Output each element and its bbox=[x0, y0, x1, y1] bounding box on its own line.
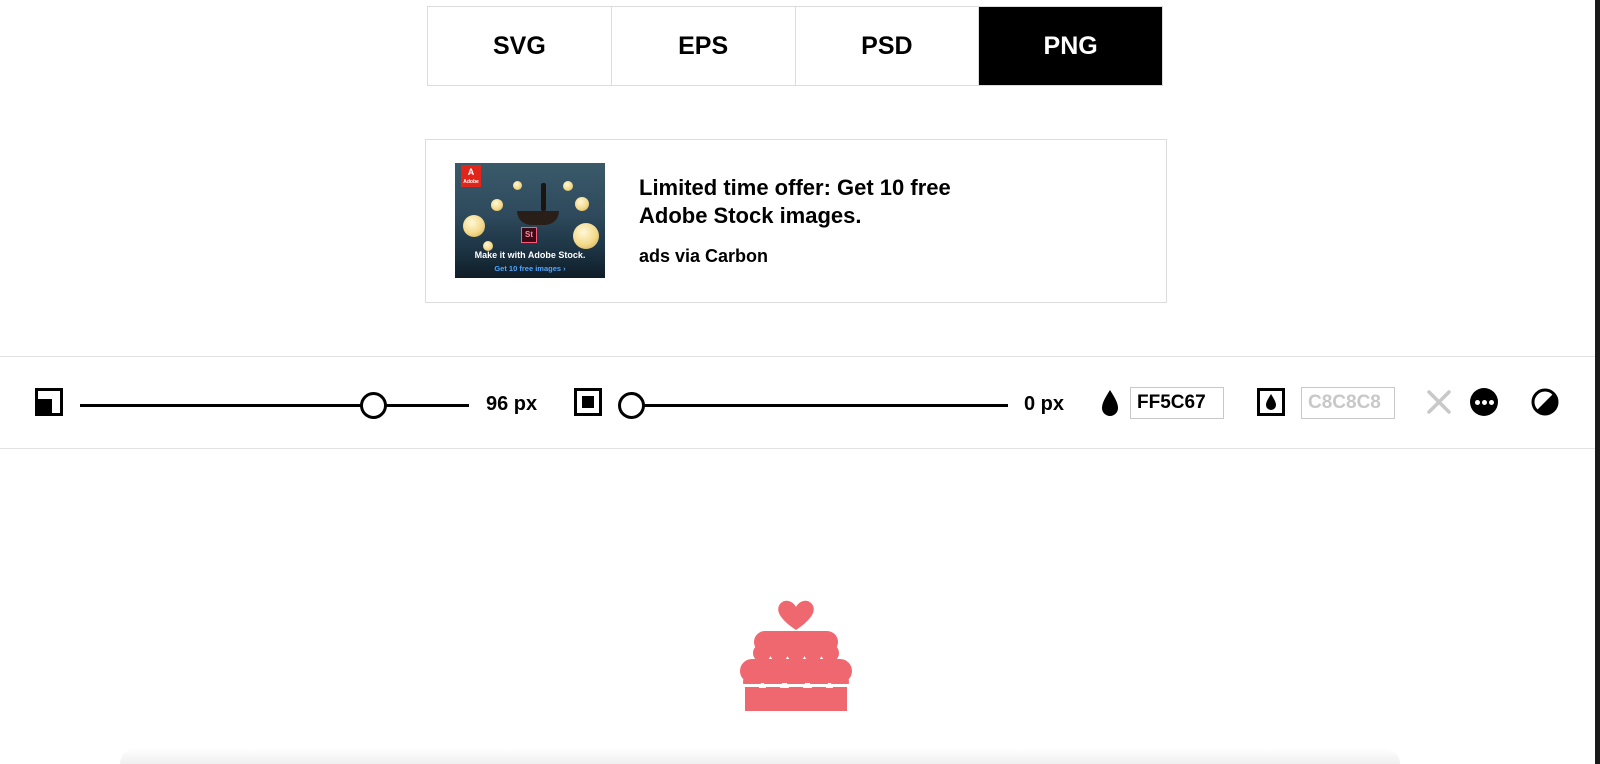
ad-image-subcaption: Get 10 free images › bbox=[494, 264, 566, 273]
adobe-logo-icon: A Adobe bbox=[461, 165, 481, 187]
lantern-orb bbox=[491, 199, 503, 211]
icon-toolbar: 96 px 0 px bbox=[0, 356, 1595, 449]
ad-title[interactable]: Limited time offer: Get 10 free Adobe St… bbox=[639, 174, 1019, 230]
ad-via-link[interactable]: ads via Carbon bbox=[639, 246, 768, 267]
tab-eps[interactable]: EPS bbox=[611, 7, 796, 85]
lantern-orb bbox=[513, 181, 522, 190]
size-slider-handle[interactable] bbox=[360, 392, 387, 419]
icon-color-input[interactable] bbox=[1130, 387, 1224, 419]
ad-image-caption: Make it with Adobe Stock. bbox=[474, 250, 586, 260]
more-dot bbox=[1475, 400, 1480, 405]
padding-icon bbox=[574, 388, 602, 416]
padding-slider-handle[interactable] bbox=[618, 392, 645, 419]
boat-shape bbox=[517, 211, 559, 225]
window-edge bbox=[1595, 0, 1600, 764]
contrast-icon[interactable] bbox=[1531, 388, 1559, 416]
padding-slider[interactable] bbox=[618, 392, 1008, 419]
tab-png[interactable]: PNG bbox=[979, 7, 1162, 85]
format-tabs: SVG EPS PSD PNG bbox=[427, 6, 1163, 86]
padding-value: 0 px bbox=[1024, 393, 1065, 415]
tab-svg[interactable]: SVG bbox=[428, 7, 612, 85]
boatman-figure bbox=[541, 183, 546, 211]
stock-badge-icon: St bbox=[521, 227, 537, 243]
close-icon[interactable] bbox=[1424, 387, 1454, 417]
size-value: 96 px bbox=[486, 393, 538, 415]
page: SVG EPS PSD PNG A Adobe St Make it with A… bbox=[0, 0, 1600, 764]
background-color-icon bbox=[1257, 388, 1285, 416]
size-icon bbox=[35, 388, 63, 416]
more-dot bbox=[1489, 400, 1494, 405]
lantern-orb bbox=[575, 197, 589, 211]
color-drop-icon bbox=[1099, 388, 1121, 423]
lantern-orb bbox=[563, 181, 573, 191]
preview-shadow bbox=[120, 748, 1400, 764]
size-slider[interactable] bbox=[80, 392, 469, 419]
lantern-orb bbox=[573, 223, 599, 249]
adobe-logo-text: Adobe bbox=[463, 179, 479, 185]
cake-icon bbox=[740, 598, 852, 712]
ad-image[interactable]: A Adobe St Make it with Adobe Stock. Get … bbox=[455, 163, 605, 278]
lantern-orb bbox=[463, 215, 485, 237]
more-dot bbox=[1482, 400, 1487, 405]
more-options-icon[interactable] bbox=[1470, 388, 1498, 416]
tab-psd[interactable]: PSD bbox=[795, 7, 980, 85]
background-color-input[interactable] bbox=[1301, 387, 1395, 419]
carbon-ad[interactable]: A Adobe St Make it with Adobe Stock. Get … bbox=[425, 139, 1167, 303]
